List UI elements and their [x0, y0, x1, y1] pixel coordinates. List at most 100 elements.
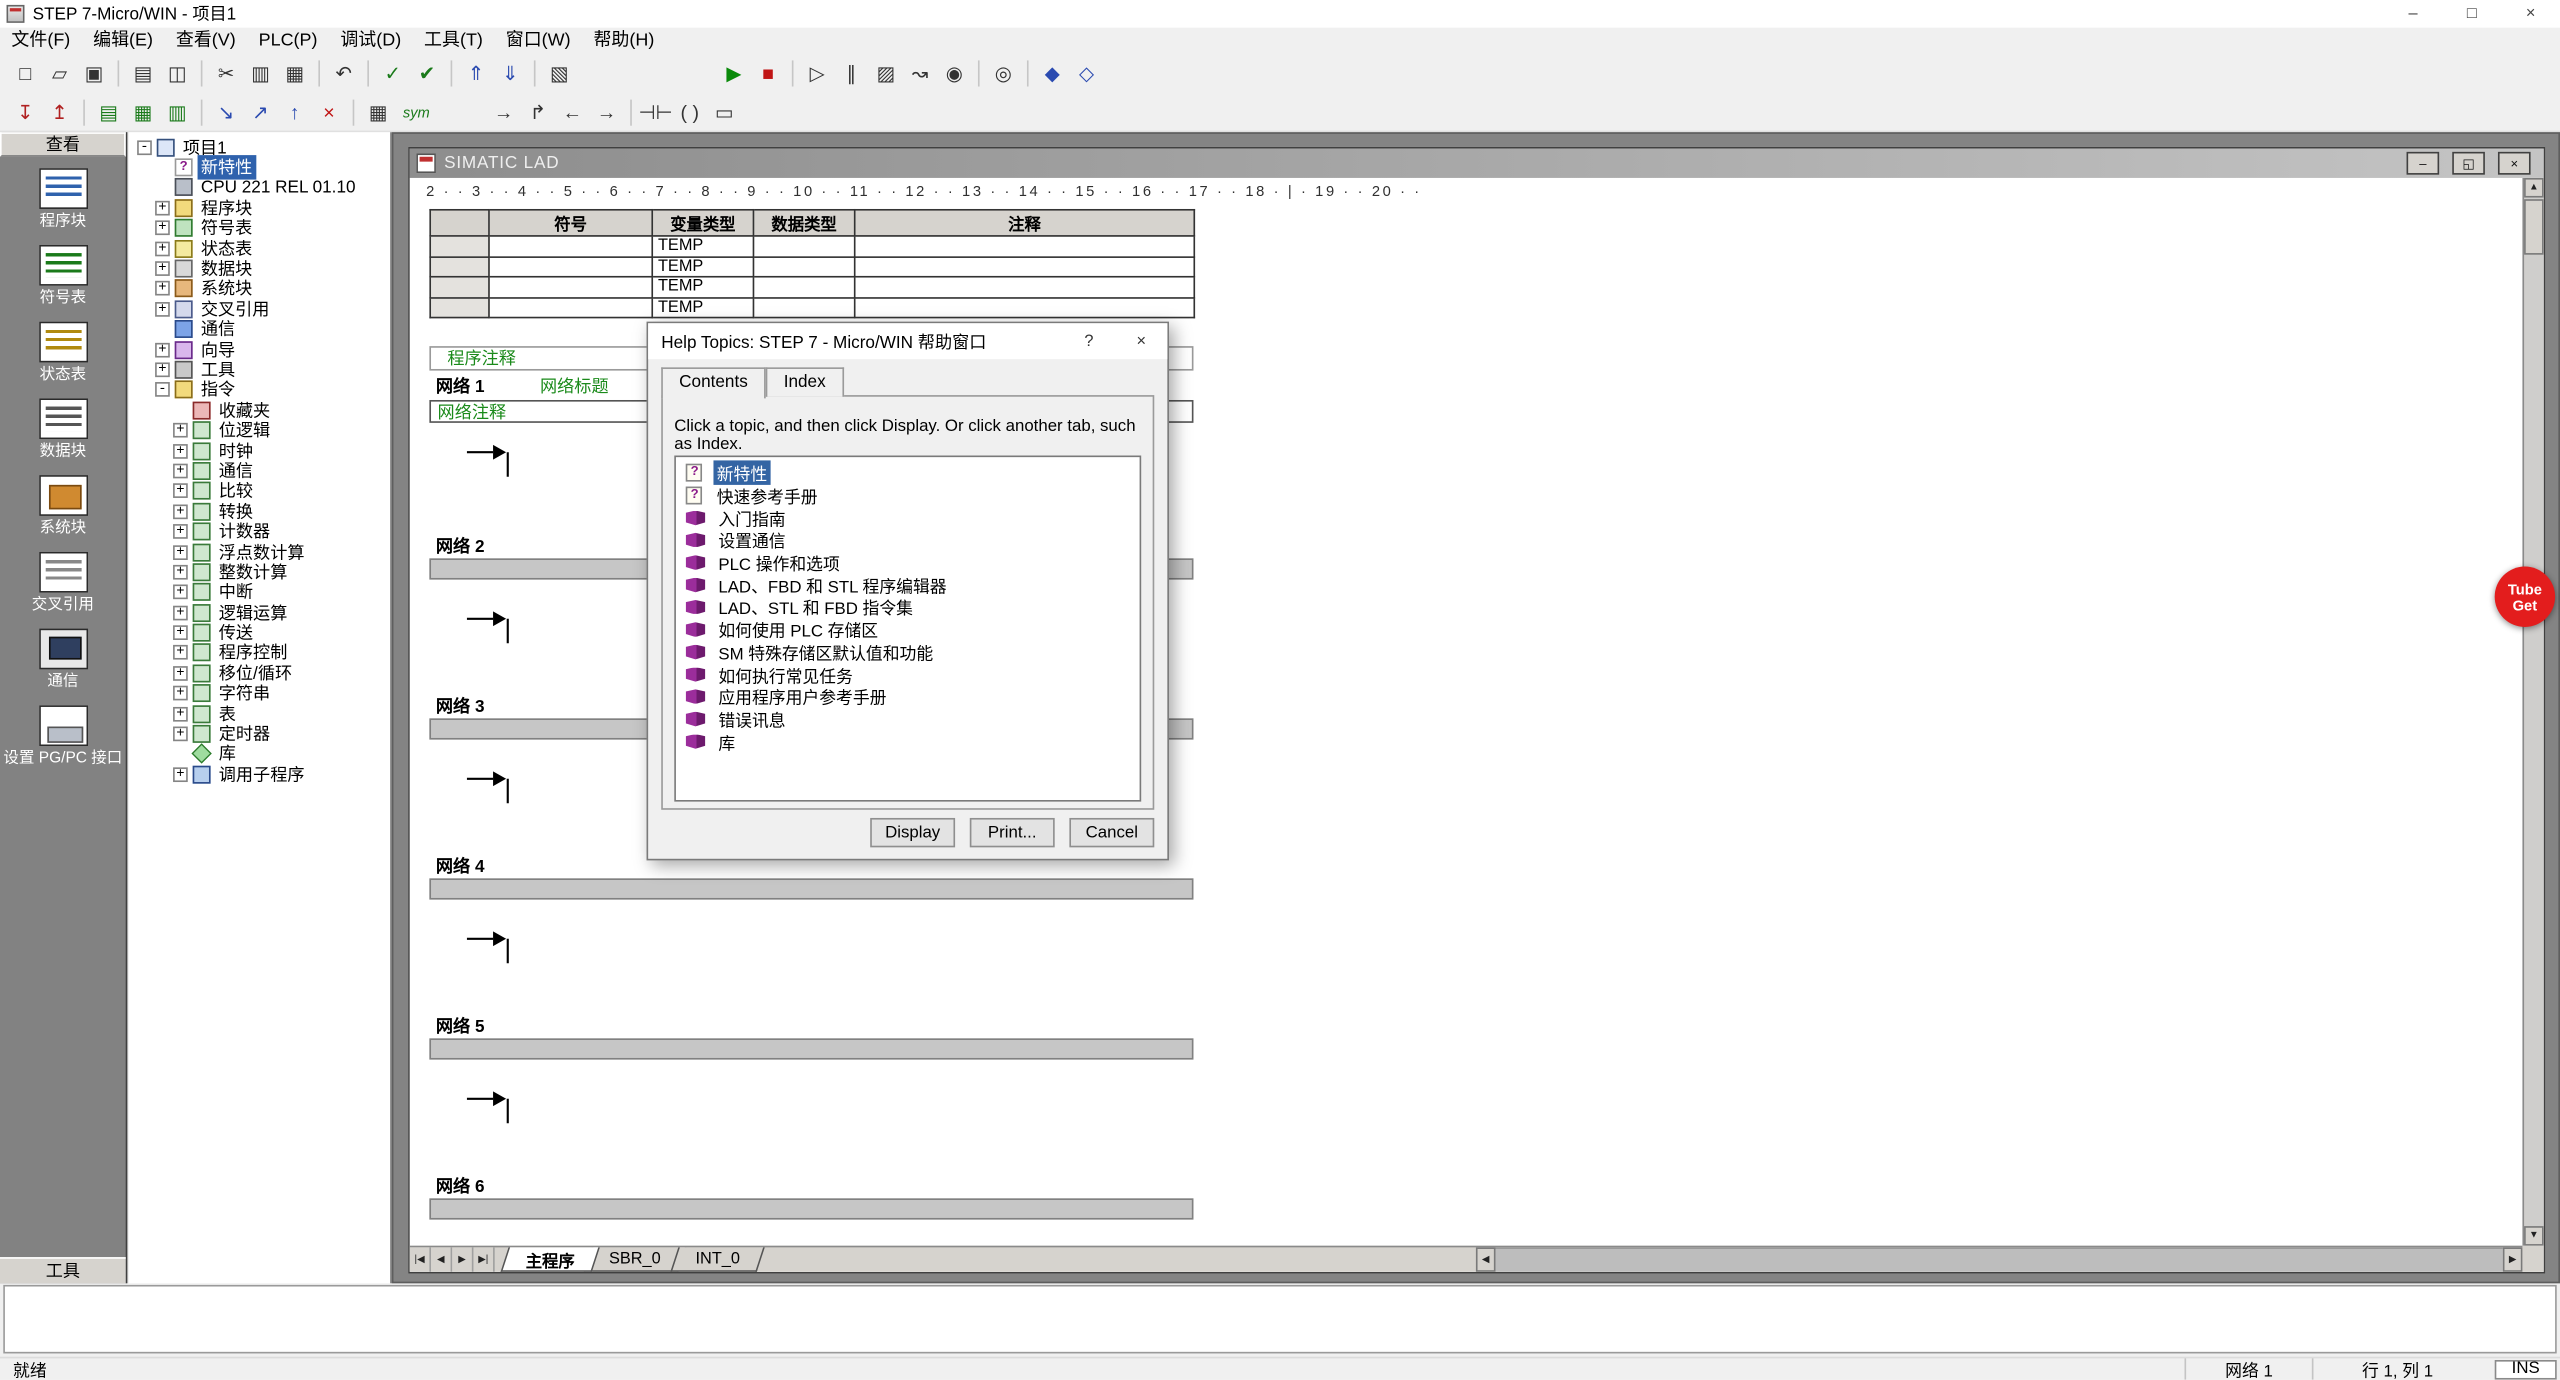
comment-cell[interactable]: [855, 236, 1195, 256]
tree-item-project-root[interactable]: -项目1: [129, 137, 390, 157]
symbol-cell[interactable]: [489, 256, 652, 276]
help-topic-whats-new[interactable]: 新特性: [676, 462, 1140, 484]
expand-toggle[interactable]: +: [173, 504, 188, 519]
scroll-down-icon[interactable]: ▼: [2524, 1226, 2544, 1246]
help-topic-plc-memory[interactable]: 如何使用 PLC 存储区: [676, 618, 1140, 640]
network-4-comment-bar[interactable]: [429, 878, 1193, 899]
pause-status-icon[interactable]: ∥: [834, 57, 868, 90]
tree-item-tools[interactable]: +工具: [129, 360, 390, 380]
tree-item-status-chart[interactable]: +状态表: [129, 238, 390, 258]
line-left-icon[interactable]: ←: [555, 96, 589, 129]
cancel-button[interactable]: Cancel: [1069, 818, 1154, 847]
expand-toggle[interactable]: +: [173, 585, 188, 600]
navigate-up-icon[interactable]: ↗: [243, 96, 277, 129]
data-type-cell[interactable]: [753, 236, 854, 256]
minimize-button[interactable]: –: [2384, 0, 2443, 28]
data-type-cell[interactable]: [753, 277, 854, 297]
tree-item-data-block[interactable]: +数据块: [129, 259, 390, 279]
tree-item-string[interactable]: +字符串: [129, 683, 390, 703]
lad-titlebar[interactable]: SIMATIC LAD – ◱ ×: [410, 149, 2544, 178]
copy-icon[interactable]: ▥: [243, 57, 277, 90]
insert-coil-icon[interactable]: ( ): [673, 96, 707, 129]
expand-toggle[interactable]: +: [173, 625, 188, 640]
scroll-right-icon[interactable]: ▶: [2503, 1247, 2523, 1271]
vertical-scrollbar[interactable]: ▲ ▼: [2522, 178, 2543, 1246]
comment-cell[interactable]: [855, 277, 1195, 297]
tab-scroll-prev[interactable]: ◀: [431, 1247, 452, 1271]
restore-icon[interactable]: ◱: [2452, 152, 2485, 175]
print-button[interactable]: Print...: [970, 818, 1055, 847]
expand-toggle[interactable]: +: [173, 646, 188, 661]
network-6-comment-bar[interactable]: [429, 1198, 1193, 1219]
help-topic-user-reference[interactable]: 应用程序用户参考手册: [676, 686, 1140, 708]
tree-item-integer-math[interactable]: +整数计算: [129, 562, 390, 582]
nav-item-cross-reference[interactable]: 交叉引用: [0, 549, 126, 626]
delete-row-icon[interactable]: ↥: [42, 96, 76, 129]
nav-item-communications[interactable]: 通信: [0, 625, 126, 702]
expand-toggle[interactable]: +: [155, 221, 170, 236]
expand-toggle[interactable]: +: [173, 443, 188, 458]
open-rung-arrow[interactable]: [465, 1082, 511, 1124]
new-file-icon[interactable]: □: [8, 57, 42, 90]
insert-contact-icon[interactable]: ⊣⊢: [638, 96, 672, 129]
var-type-cell[interactable]: TEMP: [652, 236, 753, 256]
tree-item-program-block[interactable]: +程序块: [129, 198, 390, 218]
nav-item-program-block[interactable]: 程序块: [0, 165, 126, 242]
tree-item-compare[interactable]: +比较: [129, 481, 390, 501]
expand-toggle[interactable]: +: [173, 484, 188, 499]
expand-toggle[interactable]: +: [173, 565, 188, 580]
scroll-left-icon[interactable]: ◀: [1476, 1247, 1496, 1271]
help-topic-error-messages[interactable]: 错误讯息: [676, 708, 1140, 730]
network-title[interactable]: 网络标题: [540, 374, 609, 398]
expand-toggle[interactable]: +: [173, 524, 188, 539]
expand-toggle[interactable]: +: [155, 302, 170, 317]
expand-toggle[interactable]: +: [173, 727, 188, 742]
var-type-cell[interactable]: TEMP: [652, 297, 753, 317]
data-block-icon[interactable]: ▥: [160, 96, 194, 129]
line-up-icon[interactable]: ↱: [521, 96, 555, 129]
tab-main-program[interactable]: 主程序: [501, 1247, 600, 1271]
maximize-button[interactable]: □: [2442, 0, 2501, 28]
print-icon[interactable]: ▤: [126, 57, 160, 90]
help-topic-program-editors[interactable]: LAD、FBD 和 STL 程序编辑器: [676, 574, 1140, 596]
symbol-table-icon[interactable]: ▤: [91, 96, 125, 129]
expand-toggle[interactable]: +: [173, 464, 188, 479]
var-type-cell[interactable]: TEMP: [652, 277, 753, 297]
insert-row-icon[interactable]: ↧: [8, 96, 42, 129]
stop-icon[interactable]: ■: [751, 57, 785, 90]
help-topic-common-tasks[interactable]: 如何执行常见任务: [676, 663, 1140, 685]
upload-icon[interactable]: ⇑: [459, 57, 493, 90]
sym-toggle-button[interactable]: sym: [395, 96, 437, 129]
open-file-icon[interactable]: ▱: [42, 57, 76, 90]
tab-contents[interactable]: Contents: [661, 367, 766, 398]
expand-toggle[interactable]: +: [173, 706, 188, 721]
expand-toggle[interactable]: +: [155, 241, 170, 256]
tree-item-communications[interactable]: 通信: [129, 319, 390, 339]
zoom-icon[interactable]: ◎: [986, 57, 1020, 90]
expand-toggle[interactable]: +: [173, 666, 188, 681]
data-type-cell[interactable]: [753, 297, 854, 317]
navigate-top-icon[interactable]: ↑: [278, 96, 312, 129]
network-5-comment-bar[interactable]: [429, 1038, 1193, 1059]
expand-toggle[interactable]: +: [155, 201, 170, 216]
print-preview-icon[interactable]: ◫: [160, 57, 194, 90]
clear-bookmarks-icon[interactable]: ◇: [1069, 57, 1103, 90]
nav-item-symbol-table[interactable]: 符号表: [0, 242, 126, 319]
scrollbar-thumb[interactable]: [2524, 199, 2544, 255]
run-icon[interactable]: ▶: [717, 57, 751, 90]
force-icon[interactable]: ◉: [937, 57, 971, 90]
open-rung-arrow[interactable]: [465, 922, 511, 964]
tree-item-communications-instr[interactable]: +通信: [129, 461, 390, 481]
delete-element-icon[interactable]: ×: [312, 96, 346, 129]
undo-icon[interactable]: ↶: [327, 57, 361, 90]
var-type-cell[interactable]: TEMP: [652, 256, 753, 276]
symbol-cell[interactable]: [489, 277, 652, 297]
menu-edit[interactable]: 编辑(E): [82, 29, 165, 53]
help-topic-sm-special-memory[interactable]: SM 特殊存储区默认值和功能: [676, 641, 1140, 663]
expand-toggle[interactable]: +: [155, 362, 170, 377]
expand-toggle[interactable]: +: [173, 544, 188, 559]
expand-toggle[interactable]: +: [155, 282, 170, 297]
scrollbar-track[interactable]: [1496, 1247, 2503, 1271]
line-right-icon[interactable]: →: [589, 96, 623, 129]
menu-debug[interactable]: 调试(D): [329, 29, 413, 53]
